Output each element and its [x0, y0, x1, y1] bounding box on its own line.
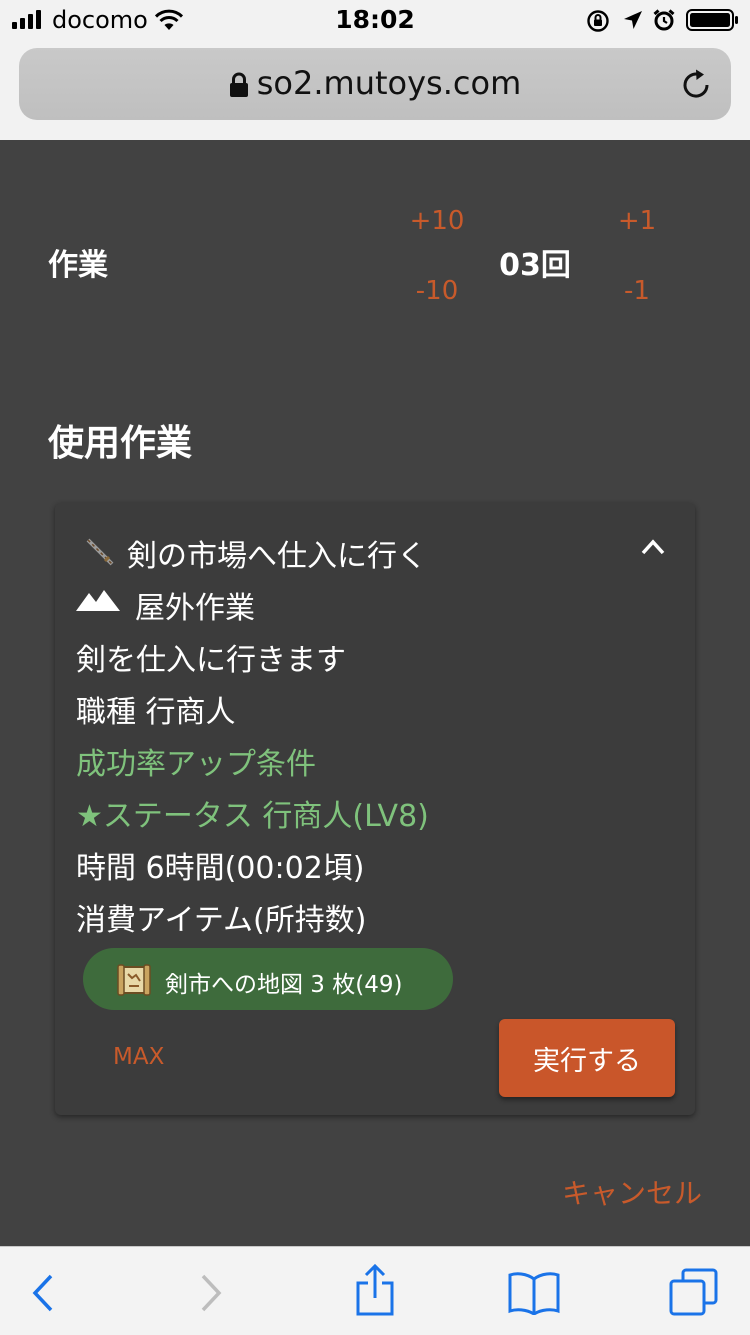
address-bar[interactable]: so2.mutoys.com — [19, 48, 731, 120]
back-icon[interactable] — [30, 1273, 56, 1313]
max-button[interactable]: MAX — [113, 1044, 164, 1070]
share-icon[interactable] — [355, 1263, 395, 1317]
location-arrow-icon — [624, 11, 642, 29]
bonus-heading: 成功率アップ条件 — [76, 747, 316, 782]
sword-icon — [86, 538, 114, 566]
plus-ten-button[interactable]: +10 — [398, 206, 476, 236]
url-text: so2.mutoys.com — [256, 64, 522, 102]
bookmarks-icon[interactable] — [507, 1271, 561, 1315]
minus-one-button[interactable]: -1 — [598, 276, 676, 306]
reload-icon[interactable] — [679, 68, 713, 102]
execute-button[interactable]: 実行する — [499, 1019, 675, 1097]
task-duration: 時間 6時間(00:02頃) — [76, 851, 365, 886]
consumed-items-heading: 消費アイテム(所持数) — [76, 903, 367, 938]
plus-one-button[interactable]: +1 — [598, 206, 676, 236]
chevron-up-icon[interactable] — [641, 539, 665, 555]
item-chip-label: 剣市への地図 3 枚(49) — [165, 972, 403, 998]
map-scroll-icon — [117, 964, 151, 996]
browser-top-chrome: docomo 18:02 so2.mutoys.com — [0, 0, 750, 140]
minus-ten-button[interactable]: -10 — [398, 276, 476, 306]
bonus-condition: ★ステータス 行商人(LV8) — [76, 799, 429, 834]
browser-toolbar — [0, 1246, 750, 1335]
section-title: 使用作業 — [48, 423, 193, 464]
quantity-value: 03回 — [499, 248, 571, 283]
battery-icon — [686, 9, 738, 31]
quantity-label: 作業 — [48, 248, 108, 283]
cancel-button[interactable]: キャンセル — [562, 1172, 702, 1212]
task-title: 剣の市場へ仕入に行く — [127, 539, 427, 574]
tabs-icon[interactable] — [668, 1267, 720, 1317]
forward-icon[interactable] — [198, 1273, 224, 1313]
consumed-item-chip: 剣市への地図 3 枚(49) — [83, 948, 453, 1010]
mountain-icon — [76, 590, 120, 611]
status-bar: docomo 18:02 — [0, 0, 750, 40]
alarm-icon — [653, 9, 675, 31]
task-type: 屋外作業 — [135, 591, 255, 626]
orientation-lock-icon — [587, 10, 609, 32]
task-card: 剣の市場へ仕入に行く 屋外作業 剣を仕入に行きます 職種 行商人 成功率アップ条… — [55, 503, 695, 1115]
task-job: 職種 行商人 — [76, 695, 236, 730]
task-description: 剣を仕入に行きます — [76, 643, 346, 678]
